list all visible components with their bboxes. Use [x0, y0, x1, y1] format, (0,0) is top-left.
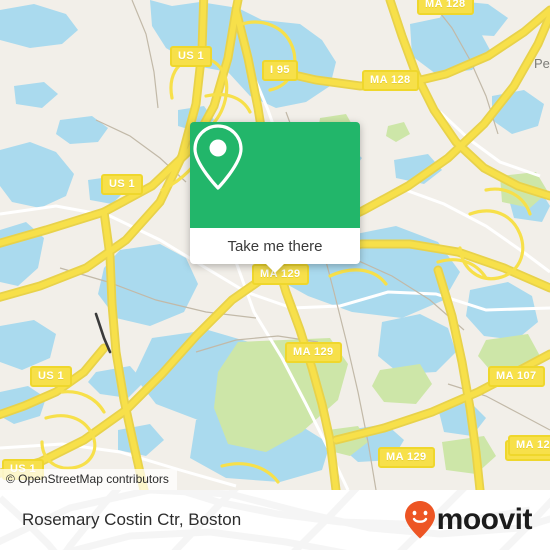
road-shield: MA 107 — [488, 366, 545, 387]
popup-pointer — [266, 264, 284, 273]
moovit-smiley-pin-icon — [404, 501, 435, 539]
moovit-logo[interactable]: moovit — [404, 490, 533, 550]
take-me-there-label: Take me there — [227, 237, 323, 255]
road-shield: MA 129 — [378, 447, 435, 468]
road-shield: MA 128 — [362, 70, 419, 91]
map-canvas[interactable]: MA 128 US 1 I 95 MA 128 US 1 MA 129 MA 1… — [0, 0, 550, 490]
popup-header — [190, 122, 360, 228]
location-popup[interactable]: Take me there — [190, 122, 360, 273]
road-shield: US 1 — [30, 366, 73, 387]
take-me-there-button[interactable]: Take me there — [190, 228, 360, 264]
road-shield: MA 128 — [417, 0, 474, 15]
road-shield: I 95 — [262, 60, 298, 81]
location-title: Rosemary Costin Ctr, Boston — [22, 510, 242, 529]
road-shield: MA 129A — [508, 435, 550, 456]
place-label-pe: Pe — [534, 56, 550, 71]
road-shield: US 1 — [170, 46, 213, 67]
footer-bar: Rosemary Costin Ctr, Boston moovit — [0, 490, 550, 550]
road-shield: MA 129 — [285, 342, 342, 363]
road-shield: US 1 — [101, 174, 144, 195]
map-pin-icon — [193, 124, 243, 190]
map-screen: MA 128 US 1 I 95 MA 128 US 1 MA 129 MA 1… — [0, 0, 550, 550]
moovit-wordmark: moovit — [436, 503, 533, 536]
osm-attribution[interactable]: © OpenStreetMap contributors — [0, 469, 177, 490]
